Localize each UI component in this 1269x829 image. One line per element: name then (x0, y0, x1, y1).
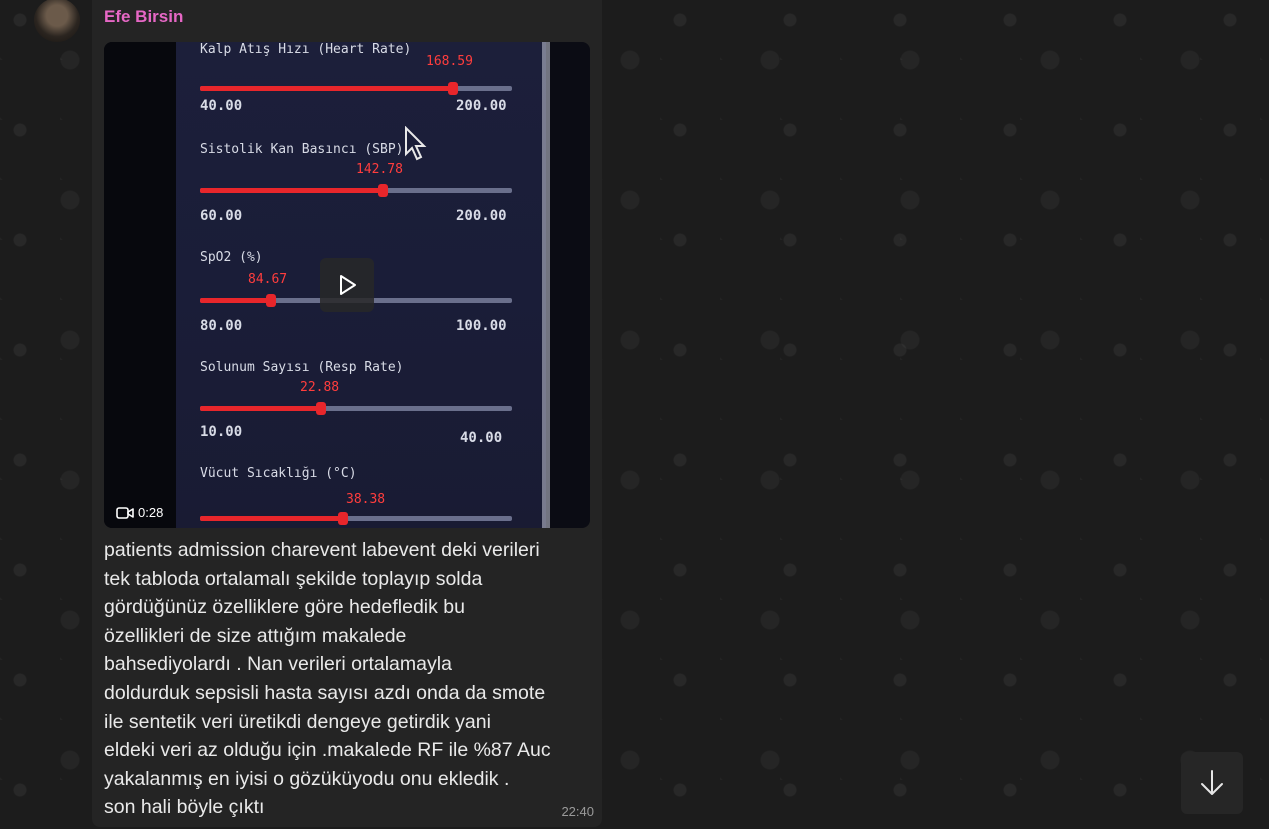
slider-value: 22.88 (300, 380, 340, 395)
slider-min: 80.00 (200, 318, 243, 334)
play-icon (340, 275, 356, 295)
slider-track (200, 82, 512, 95)
slider-thumb (448, 82, 458, 95)
slider-max: 200.00 (456, 98, 507, 114)
slider-track (200, 402, 512, 415)
slider-fill (200, 188, 382, 193)
slider-max: 100.00 (456, 318, 507, 334)
video-duration-label: 0:28 (138, 505, 164, 520)
slider-fill (200, 298, 272, 303)
slider-fill (200, 86, 452, 91)
slider-thumb (378, 184, 388, 197)
slider-value: 38.38 (346, 492, 386, 507)
slider-fill (200, 516, 342, 521)
slider-thumb (266, 294, 276, 307)
slider-track (200, 512, 512, 525)
slider-label: Solunum Sayısı (Resp Rate) (200, 360, 404, 375)
slider-min: 60.00 (200, 208, 243, 224)
slider-label: Vücut Sıcaklığı (°C) (200, 466, 357, 481)
arrow-down-icon (1201, 770, 1223, 795)
slider-min: 10.00 (200, 424, 243, 440)
slider-value: 168.59 (426, 54, 473, 69)
slider-label: SpO2 (%) (200, 250, 263, 265)
sender-avatar[interactable] (34, 0, 80, 42)
video-duration: 0:28 (116, 505, 163, 520)
message-bubble: Efe Birsin Kalp Atış Hızı (Heart Rate) 1… (92, 0, 602, 827)
slider-max: 40.00 (460, 430, 503, 446)
video-frame-monitor-edge (542, 42, 550, 528)
slider-max: 200.00 (456, 208, 507, 224)
slider-track (200, 184, 512, 197)
slider-value: 142.78 (356, 162, 403, 177)
sender-name[interactable]: Efe Birsin (104, 7, 183, 27)
video-camera-icon (116, 506, 134, 519)
video-frame-dark-edge (104, 42, 176, 528)
slider-min: 40.00 (200, 98, 243, 114)
video-attachment[interactable]: Kalp Atış Hızı (Heart Rate) 168.59 40.00… (104, 42, 590, 528)
scroll-down-button[interactable] (1181, 752, 1243, 814)
message-text: patients admission charevent labevent de… (104, 539, 551, 819)
slider-thumb (338, 512, 348, 525)
slider-value: 84.67 (248, 272, 288, 287)
slider-fill (200, 406, 320, 411)
slider-label: Sistolik Kan Basıncı (SBP) (200, 142, 404, 157)
cursor-icon (405, 126, 427, 161)
play-button[interactable] (320, 258, 374, 312)
message-time: 22:40 (561, 804, 594, 819)
slider-label: Kalp Atış Hızı (Heart Rate) (200, 42, 412, 57)
slider-thumb (316, 402, 326, 415)
